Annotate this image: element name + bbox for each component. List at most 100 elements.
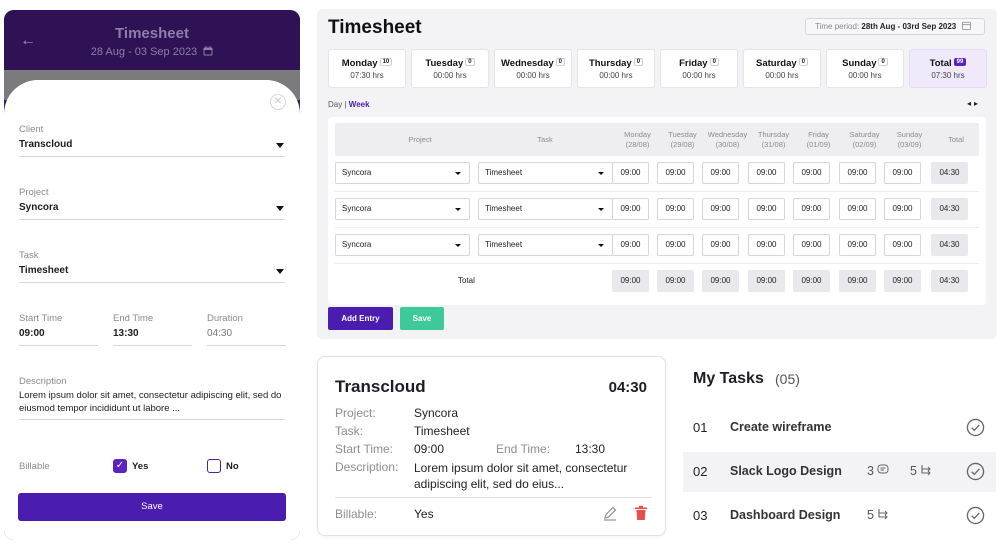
- chevron-down-icon[interactable]: [598, 172, 604, 175]
- end-time-value: 13:30: [575, 442, 606, 456]
- hours-input[interactable]: 09:00: [702, 198, 739, 220]
- hours-input[interactable]: 09:00: [793, 198, 830, 220]
- view-week-link[interactable]: Week: [349, 100, 370, 109]
- column-header-day: Thursday (31/08): [749, 130, 798, 150]
- task-row[interactable]: 01 Create wireframe: [683, 408, 996, 448]
- hours-input[interactable]: 09:00: [748, 162, 785, 184]
- chevron-down-icon[interactable]: [598, 208, 604, 211]
- chevron-down-icon[interactable]: [276, 269, 284, 274]
- chevron-down-icon[interactable]: [455, 208, 461, 211]
- hours-input[interactable]: 09:00: [839, 234, 876, 256]
- task-select[interactable]: Timesheet: [478, 162, 613, 184]
- check-circle-icon[interactable]: [966, 506, 985, 525]
- billable-no-checkbox[interactable]: [207, 459, 221, 473]
- save-button[interactable]: Save: [400, 307, 444, 330]
- day-card[interactable]: Tuesday 0 00:00 hrs: [411, 49, 489, 88]
- check-circle-icon[interactable]: [966, 462, 985, 481]
- day-card[interactable]: Sunday 0 00:00 hrs: [826, 49, 904, 88]
- hours-input[interactable]: 09:00: [884, 234, 921, 256]
- day-card[interactable]: Monday 10 07:30 hrs: [328, 49, 406, 88]
- project-select-value: Syncora: [342, 204, 372, 213]
- project-select-value: Syncora: [342, 168, 372, 177]
- total-summary-card[interactable]: Total 99 07:30 hrs: [909, 49, 987, 88]
- hours-input[interactable]: 09:00: [702, 234, 739, 256]
- row-total: 04:30: [931, 234, 968, 256]
- hours-input[interactable]: 09:00: [748, 234, 785, 256]
- calendar-icon[interactable]: [961, 21, 971, 30]
- divider: [19, 345, 98, 346]
- mobile-entry-panel: ← Timesheet 28 Aug - 03 Sep 2023 ✕ Clien…: [4, 10, 300, 540]
- entry-count-badge: 0: [633, 58, 644, 66]
- day-hours: 07:30 hrs: [350, 71, 384, 80]
- end-time-label: End Time: [113, 313, 154, 324]
- hours-input[interactable]: 09:00: [748, 198, 785, 220]
- trash-icon[interactable]: [634, 505, 648, 521]
- hours-input[interactable]: 09:00: [657, 198, 694, 220]
- chevron-down-icon[interactable]: [455, 244, 461, 247]
- time-period-value: 28th Aug - 03rd Sep 2023: [861, 22, 957, 31]
- task-row[interactable]: 02 Slack Logo Design 3 5: [683, 452, 996, 492]
- hours-input[interactable]: 09:00: [612, 198, 649, 220]
- client-select[interactable]: Transcloud: [19, 139, 72, 150]
- time-period-label: Time period:: [815, 22, 860, 31]
- mobile-save-button[interactable]: Save: [18, 493, 286, 521]
- start-time-label: Start Time: [19, 313, 63, 324]
- hours-input[interactable]: 09:00: [657, 162, 694, 184]
- day-card[interactable]: Wednesday 0 00:00 hrs: [494, 49, 572, 88]
- day-card[interactable]: Thursday 0 00:00 hrs: [577, 49, 655, 88]
- project-select[interactable]: Syncora: [335, 162, 470, 184]
- day-card-title: Wednesday 0: [495, 58, 571, 69]
- hours-input[interactable]: 09:00: [793, 162, 830, 184]
- task-select[interactable]: Timesheet: [478, 234, 613, 256]
- pencil-icon[interactable]: [602, 505, 618, 521]
- hours-input[interactable]: 09:00: [884, 198, 921, 220]
- hours-input[interactable]: 09:00: [884, 162, 921, 184]
- calendar-icon[interactable]: [203, 46, 213, 56]
- page-title: Timesheet: [328, 17, 422, 38]
- day-card[interactable]: Friday 0 00:00 hrs: [660, 49, 738, 88]
- day-total: 09:00: [612, 270, 649, 292]
- column-day-date: (30/08): [715, 140, 740, 149]
- task-comment-count: 3: [867, 464, 889, 478]
- hours-input[interactable]: 09:00: [793, 234, 830, 256]
- end-time-field[interactable]: 13:30: [113, 328, 139, 339]
- start-time-label: Start Time:: [335, 442, 394, 456]
- check-circle-icon[interactable]: [966, 418, 985, 437]
- chevron-left-icon[interactable]: ◂: [967, 99, 974, 108]
- hours-input[interactable]: 09:00: [839, 162, 876, 184]
- chevron-down-icon[interactable]: [598, 244, 604, 247]
- task-select[interactable]: Timesheet: [478, 198, 613, 220]
- hours-input[interactable]: 09:00: [839, 198, 876, 220]
- day-hours: 00:00 hrs: [765, 71, 799, 80]
- task-row[interactable]: 03 Dashboard Design 5: [683, 496, 996, 536]
- chevron-down-icon[interactable]: [455, 172, 461, 175]
- project-select-value: Syncora: [342, 240, 372, 249]
- day-card[interactable]: Saturday 0 00:00 hrs: [743, 49, 821, 88]
- project-select[interactable]: Syncora: [335, 234, 470, 256]
- hours-input[interactable]: 09:00: [612, 234, 649, 256]
- hours-input[interactable]: 09:00: [657, 234, 694, 256]
- chevron-down-icon[interactable]: [276, 206, 284, 211]
- description-field[interactable]: Lorem ipsum dolor sit amet, consectetur …: [19, 389, 289, 415]
- view-day-link[interactable]: Day: [328, 100, 342, 109]
- card-duration: 04:30: [608, 379, 647, 396]
- column-day-name: Saturday: [849, 130, 880, 139]
- billable-yes-checkbox[interactable]: ✓: [113, 459, 127, 473]
- chevron-down-icon[interactable]: [276, 143, 284, 148]
- column-day-name: Wednesday: [707, 130, 748, 139]
- hours-input[interactable]: 09:00: [702, 162, 739, 184]
- view-toggle: Day | Week: [328, 100, 370, 109]
- hours-input[interactable]: 09:00: [612, 162, 649, 184]
- chevron-right-icon[interactable]: ▸: [974, 99, 981, 108]
- project-select[interactable]: Syncora: [19, 202, 58, 213]
- project-select[interactable]: Syncora: [335, 198, 470, 220]
- close-icon[interactable]: ✕: [270, 94, 286, 110]
- task-select[interactable]: Timesheet: [19, 265, 68, 276]
- start-time-field[interactable]: 09:00: [19, 328, 45, 339]
- date-range-text: 28 Aug - 03 Sep 2023: [90, 46, 198, 58]
- add-entry-button[interactable]: Add Entry: [328, 307, 393, 330]
- entry-count-badge: 10: [379, 58, 393, 66]
- time-period-picker[interactable]: Time period: 28th Aug - 03rd Sep 2023: [805, 18, 985, 35]
- day-name: Total: [929, 58, 952, 69]
- billable-value: Yes: [414, 507, 434, 521]
